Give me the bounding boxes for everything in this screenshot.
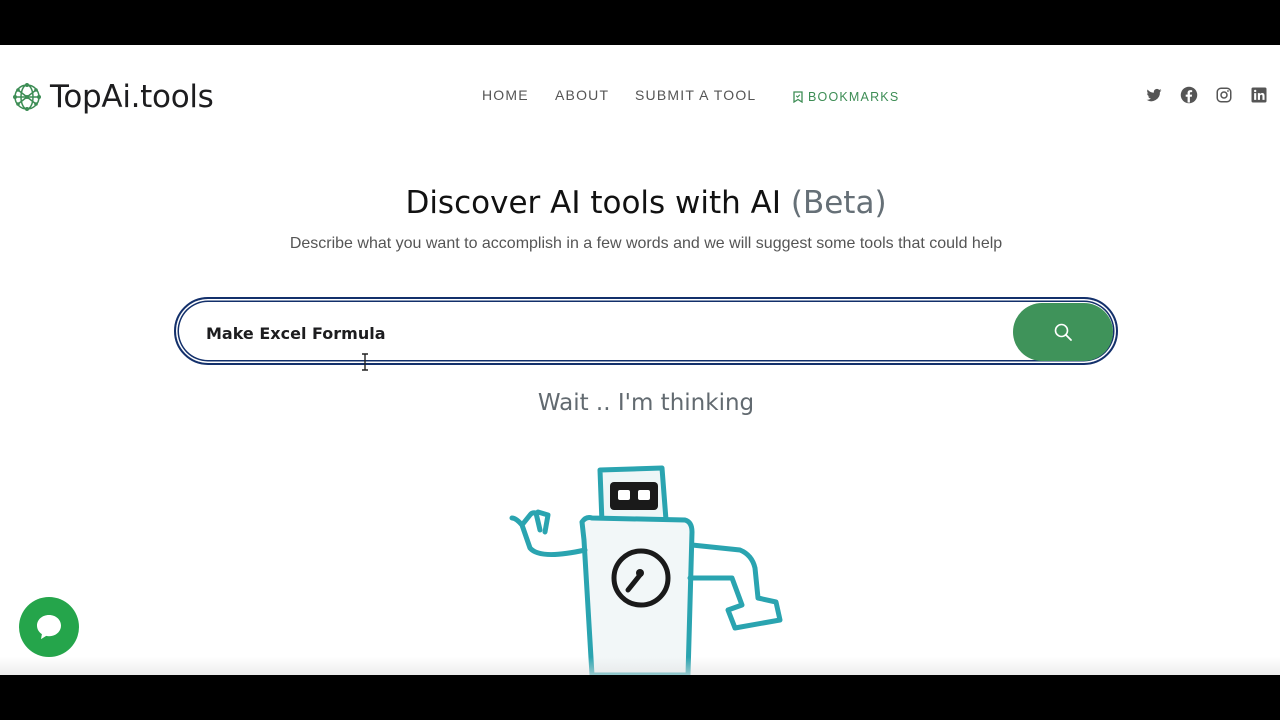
main-nav: HOME ABOUT SUBMIT A TOOL BOOKMARKS — [0, 87, 1280, 107]
bookmark-icon — [793, 91, 803, 103]
page-subtitle: Describe what you want to accomplish in … — [289, 235, 1003, 252]
text-cursor-icon — [362, 353, 368, 371]
page: TopAi.tools HOME ABOUT SUBMIT A TOOL BOO… — [0, 45, 1280, 675]
bookmarks-label: BOOKMARKS — [808, 90, 900, 104]
chat-bubble-icon — [37, 615, 61, 640]
facebook-icon[interactable] — [1180, 86, 1198, 104]
thinking-status: Wait .. I'm thinking — [537, 390, 755, 416]
social-links — [1145, 86, 1268, 104]
nav-submit-tool-link[interactable]: SUBMIT A TOOL — [635, 87, 756, 103]
nav-bookmarks-link[interactable]: BOOKMARKS — [793, 90, 899, 104]
nav-about-link[interactable]: ABOUT — [555, 87, 609, 103]
robot-illustration — [509, 465, 783, 675]
linkedin-icon[interactable] — [1250, 86, 1268, 104]
search-button[interactable] — [1013, 303, 1113, 361]
page-title: Discover AI tools with AI (Beta) — [0, 185, 1280, 221]
nav-home-link[interactable]: HOME — [482, 87, 529, 103]
chat-widget-button[interactable] — [19, 597, 79, 657]
search-icon — [1054, 323, 1072, 341]
search-bar — [174, 297, 1118, 365]
search-input[interactable] — [204, 318, 988, 348]
instagram-icon[interactable] — [1215, 86, 1233, 104]
beta-label: (Beta) — [790, 185, 887, 221]
title-text: Discover AI tools with AI — [405, 185, 781, 221]
bottom-divider — [0, 657, 1280, 675]
twitter-icon[interactable] — [1145, 86, 1163, 104]
